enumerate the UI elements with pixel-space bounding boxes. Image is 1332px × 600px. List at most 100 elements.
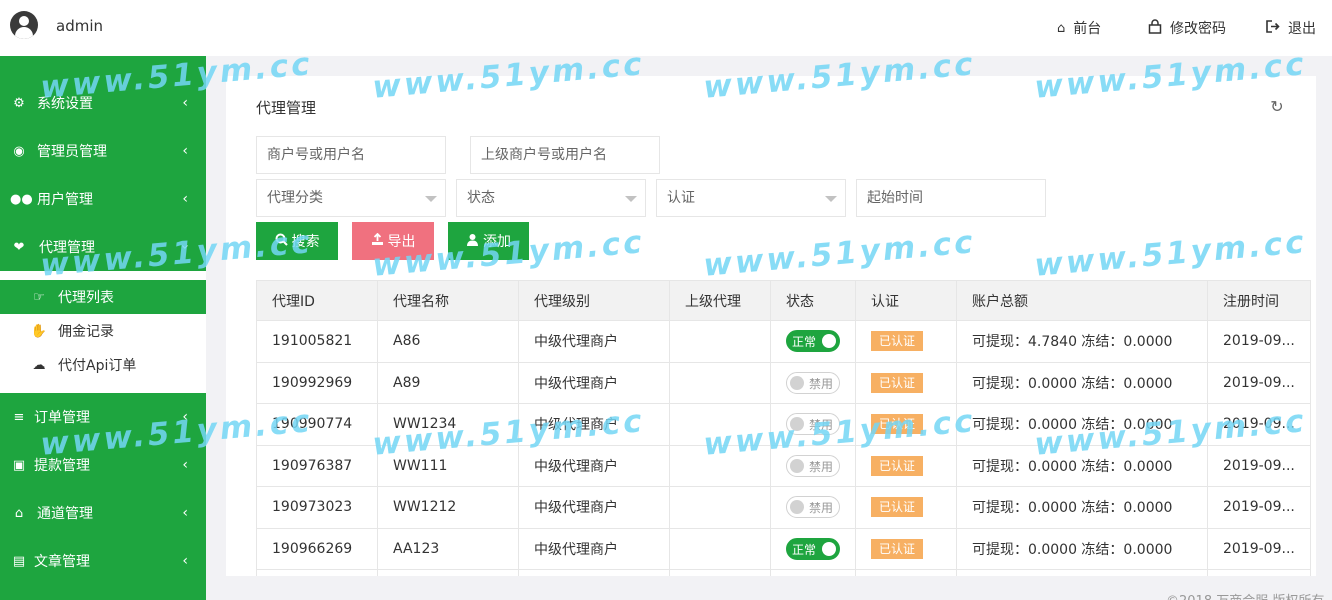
column-header[interactable]: 代理名称 [377, 280, 519, 321]
register-time-cell: 2019-09... [1207, 444, 1311, 487]
home-icon: ⌂ [1057, 20, 1066, 36]
status-select[interactable]: 状态 [456, 179, 646, 217]
sidebar-item-system-settings[interactable]: ⚙ 系统设置 ‹ [0, 79, 206, 127]
balance-cell: 可提现：0.0000 冻结：0.0000 [956, 486, 1208, 529]
balance-cell: 可提现：0.0000 冻结：0.0000 [956, 403, 1208, 446]
balance-cell: 可提现：0.0000 冻结：0.0000 [956, 361, 1208, 404]
table-row[interactable]: 190992969 A89 中级代理商户 禁用 已认证 可提现：0.0000 冻… [256, 361, 1311, 404]
agent-name-cell: A89 [377, 361, 519, 404]
table-row[interactable]: 190973023 WW1212 中级代理商户 禁用 已认证 可提现：0.000… [256, 486, 1311, 529]
status-toggle-label: 禁用 [809, 418, 834, 433]
lock-icon [1148, 18, 1162, 38]
sidebar-item-channel-management[interactable]: ⌂ 通道管理 ‹ [0, 489, 206, 537]
status-toggle[interactable]: 正常 [786, 330, 840, 353]
sidebar-item-agent-management[interactable]: ❤ 代理管理 ‹ [0, 223, 206, 271]
sidebar: ⚙ 系统设置 ‹ ◉ 管理员管理 ‹ ●● 用户管理 ‹ ❤ 代理管理 ‹ ☞ … [0, 56, 206, 600]
auth-cell: 已认证 [855, 444, 957, 487]
sidebar-item-agent-list[interactable]: ☞ 代理列表 [0, 280, 206, 314]
change-password-link[interactable]: 修改密码 [1148, 18, 1226, 38]
status-cell: 正常 [770, 320, 856, 363]
status-cell: 禁用 [770, 444, 856, 487]
avatar[interactable] [10, 11, 38, 39]
start-time-input[interactable] [856, 179, 1046, 217]
search-icon [275, 233, 288, 250]
agent-level-cell: 中级代理商户 [518, 444, 670, 487]
book-icon: ▤ [12, 553, 26, 569]
sidebar-item-withdrawal-management[interactable]: ▣ 提款管理 ‹ [0, 441, 206, 489]
table-row[interactable]: 190966269 AA123 中级代理商户 正常 已认证 可提现：0.0000… [256, 527, 1311, 570]
auth-cell: 已认证 [855, 320, 957, 363]
sidebar-item-admin-management[interactable]: ◉ 管理员管理 ‹ [0, 127, 206, 175]
sidebar-item-user-management[interactable]: ●● 用户管理 ‹ [0, 175, 206, 223]
bank-icon: ▣ [12, 457, 26, 473]
agent-name-cell: WW1212 [377, 486, 519, 529]
agent-category-value: 代理分类 [267, 190, 323, 206]
add-button[interactable]: 添加 [448, 222, 529, 260]
column-header[interactable]: 代理ID [256, 280, 378, 321]
agent-id-cell: 190966269 [256, 527, 378, 570]
frontend-link[interactable]: ⌂ 前台 [1057, 18, 1101, 38]
status-cell: 禁用 [770, 403, 856, 446]
user-circle-icon: ◉ [13, 143, 25, 159]
caret-down-icon [425, 196, 437, 202]
sidebar-item-label: 文章管理 [34, 554, 90, 570]
refresh-icon[interactable]: ↻ [1266, 96, 1288, 118]
agent-id-cell: 190990774 [256, 403, 378, 446]
sidebar-item-label: 通道管理 [37, 506, 93, 522]
table-row[interactable]: 190990774 WW1234 中级代理商户 禁用 已认证 可提现：0.000… [256, 403, 1311, 446]
auth-value: 认证 [667, 190, 695, 206]
merchant-search-input[interactable] [256, 136, 446, 174]
parent-agent-cell [669, 527, 771, 570]
table-row[interactable] [256, 569, 1311, 576]
sidebar-subitem-label: 代理列表 [58, 290, 114, 306]
status-toggle[interactable]: 禁用 [786, 454, 840, 477]
cogs-icon: ⚙ [13, 95, 25, 111]
parent-agent-cell [669, 361, 771, 404]
export-button[interactable]: 导出 [352, 222, 434, 260]
column-header[interactable]: 认证 [855, 280, 957, 321]
caret-down-icon [825, 196, 837, 202]
status-toggle-label: 正常 [792, 542, 817, 557]
sidebar-item-label: 用户管理 [37, 192, 93, 208]
agent-level-cell: 中级代理商户 [518, 361, 670, 404]
parent-merchant-input[interactable] [470, 136, 660, 174]
agent-management-panel: 代理管理 ↻ 代理分类 状态 认证 搜索 导出 添加 [226, 76, 1316, 576]
sidebar-item-commission-records[interactable]: ✋ 佣金记录 [0, 314, 206, 348]
status-cell: 正常 [770, 527, 856, 570]
caret-down-icon [625, 196, 637, 202]
export-button-label: 导出 [387, 234, 416, 250]
chevron-left-icon: ‹ [182, 143, 188, 159]
status-toggle-label: 禁用 [809, 376, 834, 391]
status-toggle[interactable]: 禁用 [786, 496, 840, 519]
search-button[interactable]: 搜索 [256, 222, 338, 260]
agent-name-cell: A86 [377, 320, 519, 363]
admin-username[interactable]: admin [56, 17, 103, 35]
auth-cell: 已认证 [855, 527, 957, 570]
status-toggle[interactable]: 禁用 [786, 371, 840, 394]
sidebar-item-article-management[interactable]: ▤ 文章管理 ‹ [0, 537, 206, 585]
sidebar-item-order-management[interactable]: ≡ 订单管理 ‹ [0, 393, 206, 441]
column-header[interactable]: 注册时间 [1207, 280, 1311, 321]
column-header[interactable]: 账户总额 [956, 280, 1208, 321]
auth-select[interactable]: 认证 [656, 179, 846, 217]
auth-cell: 已认证 [855, 361, 957, 404]
agent-level-cell: 中级代理商户 [518, 527, 670, 570]
auth-badge: 已认证 [871, 455, 924, 476]
sidebar-item-payout-api-orders[interactable]: ☁ 代付Api订单 [0, 348, 206, 382]
logout-link[interactable]: 退出 [1266, 18, 1316, 38]
register-time-cell: 2019-09... [1207, 486, 1311, 529]
agent-category-select[interactable]: 代理分类 [256, 179, 446, 217]
column-header[interactable]: 上级代理 [669, 280, 771, 321]
status-toggle[interactable]: 禁用 [786, 413, 840, 436]
chevron-left-icon: ‹ [182, 505, 188, 521]
status-toggle-label: 正常 [792, 335, 817, 350]
table-row[interactable]: 191005821 A86 中级代理商户 正常 已认证 可提现：4.7840 冻… [256, 320, 1311, 363]
column-header[interactable]: 状态 [770, 280, 856, 321]
status-toggle[interactable]: 正常 [786, 537, 840, 560]
column-header[interactable]: 代理级别 [518, 280, 670, 321]
agent-level-cell: 中级代理商户 [518, 403, 670, 446]
agent-submenu: ☞ 代理列表 ✋ 佣金记录 ☁ 代付Api订单 [0, 271, 206, 393]
register-time-cell: 2019-09... [1207, 361, 1311, 404]
agent-level-cell: 中级代理商户 [518, 486, 670, 529]
table-row[interactable]: 190976387 WW111 中级代理商户 禁用 已认证 可提现：0.0000… [256, 444, 1311, 487]
